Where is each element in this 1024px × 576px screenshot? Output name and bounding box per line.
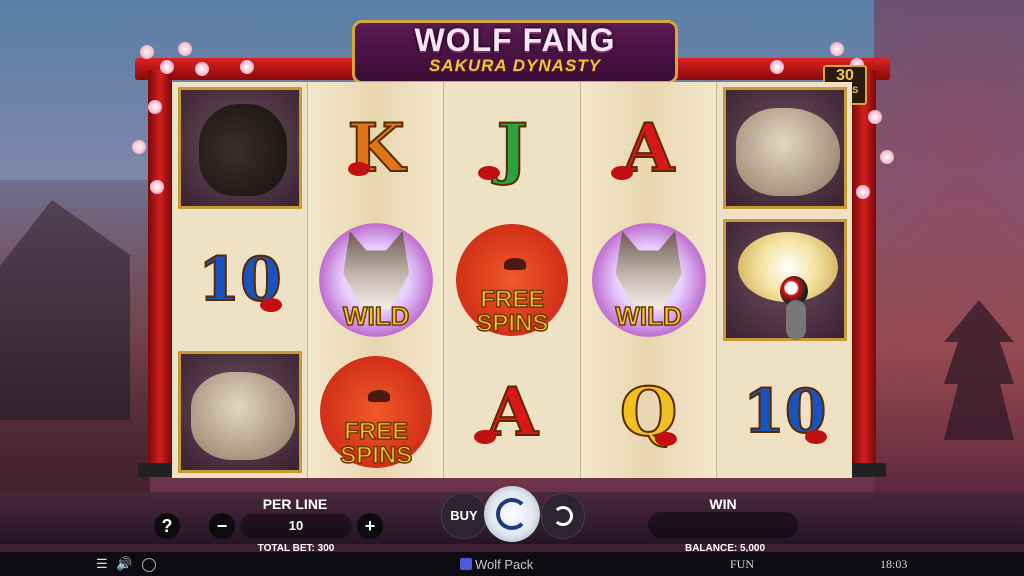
blossom-icon	[770, 60, 784, 74]
symbol-frame	[722, 219, 847, 341]
symbol-q: Q	[581, 346, 717, 478]
brand-name: Wolf Pack	[475, 557, 534, 572]
bird-icon	[368, 390, 391, 402]
spin-icon	[496, 498, 528, 530]
free-spins-line1: FREE	[343, 418, 409, 445]
play-mode: FUN	[730, 557, 755, 571]
help-button[interactable]: ?	[154, 513, 180, 539]
symbol-wild: WILD	[308, 214, 444, 346]
reel-5: 10	[717, 82, 852, 478]
wild-label: WILD	[342, 300, 410, 332]
blossom-icon	[132, 140, 146, 154]
symbol-free-spins: FREE SPINS	[444, 214, 580, 346]
blossom-icon	[240, 60, 254, 74]
blossom-icon	[195, 62, 209, 76]
crane-icon	[732, 228, 844, 340]
brand-logo: Wolf Pack	[460, 557, 533, 572]
symbol-a: A	[444, 346, 580, 478]
symbol-k: K	[308, 82, 444, 214]
free-spins-line1: FREE	[480, 286, 546, 313]
free-spins-label: FREE SPINS	[310, 418, 442, 469]
blossom-icon	[880, 150, 894, 164]
bear-icon	[199, 104, 287, 196]
bird-icon	[504, 258, 527, 270]
logo-subtitle: SAKURA DYNASTY	[428, 56, 602, 75]
spin-button[interactable]	[484, 486, 540, 542]
sugar-glider-icon	[735, 108, 840, 196]
game-logo: WOLF FANG SAKURA DYNASTY	[352, 20, 678, 84]
per-line-value: 10	[240, 514, 352, 538]
sound-icon[interactable]: 🔊	[116, 556, 132, 572]
tassel-icon	[804, 430, 827, 444]
sugar-glider-icon	[191, 372, 295, 460]
logo-title: WOLF FANG	[414, 22, 616, 58]
wolf-icon	[615, 231, 682, 309]
reel-area: 10 K WILD FREE SPINS J FREE SPINS A A WI…	[172, 82, 852, 478]
crane-neck	[785, 300, 806, 340]
symbol-frame	[722, 87, 847, 209]
blossom-icon	[140, 45, 154, 59]
wild-badge: WILD	[591, 223, 706, 337]
reel-3: J FREE SPINS A	[444, 82, 581, 478]
symbol-frame	[178, 351, 302, 473]
menu-icon[interactable]: ☰	[96, 556, 108, 572]
clock: 18:03	[880, 557, 908, 571]
symbol-j: J	[444, 82, 580, 214]
free-spins-line2: SPINS	[339, 442, 413, 469]
blossom-icon	[160, 60, 174, 74]
gate-pillar-right	[852, 70, 876, 470]
tassel-icon	[610, 166, 633, 180]
red-sun-icon: FREE SPINS	[456, 224, 569, 336]
gate-pillar-left	[148, 70, 172, 470]
wild-label: WILD	[615, 300, 683, 332]
bet-increase-button[interactable]: +	[357, 513, 383, 539]
win-label: WIN	[709, 496, 737, 512]
reel-2: K WILD FREE SPINS	[308, 82, 445, 478]
brand-icon	[460, 558, 472, 570]
blossom-icon	[150, 180, 164, 194]
symbol-frame	[178, 87, 302, 209]
autoplay-button[interactable]	[541, 493, 585, 539]
blossom-icon	[830, 42, 844, 56]
symbol-ten: 10	[172, 214, 308, 346]
blossom-icon	[856, 185, 870, 199]
autoplay-icon	[553, 506, 573, 526]
reel-1: 10	[172, 82, 309, 478]
blossom-icon	[868, 110, 882, 124]
per-line-label: PER LINE	[262, 496, 328, 512]
tassel-icon	[654, 432, 677, 446]
symbol-j-text: J	[496, 109, 529, 187]
symbol-glider	[717, 82, 853, 214]
symbol-glider	[172, 346, 308, 478]
blossom-icon	[178, 42, 192, 56]
wild-badge: WILD	[319, 223, 434, 337]
symbol-a: A	[581, 82, 717, 214]
blossom-icon	[148, 100, 162, 114]
win-display	[648, 512, 798, 538]
free-spins-label: FREE SPINS	[446, 286, 578, 337]
symbol-crane	[717, 214, 853, 346]
bet-decrease-button[interactable]: −	[209, 513, 235, 539]
tassel-icon	[260, 298, 282, 312]
red-sun-icon: FREE SPINS	[320, 356, 433, 468]
symbol-wild: WILD	[581, 214, 717, 346]
symbol-free-spins: FREE SPINS	[308, 346, 444, 478]
symbol-bear	[172, 82, 308, 214]
wolf-icon	[343, 231, 410, 309]
buy-button[interactable]: BUY	[441, 493, 487, 539]
free-spins-line2: SPINS	[476, 310, 550, 337]
symbol-ten: 10	[717, 346, 853, 478]
reel-4: A WILD Q	[580, 82, 717, 478]
turbo-icon[interactable]	[142, 558, 156, 572]
